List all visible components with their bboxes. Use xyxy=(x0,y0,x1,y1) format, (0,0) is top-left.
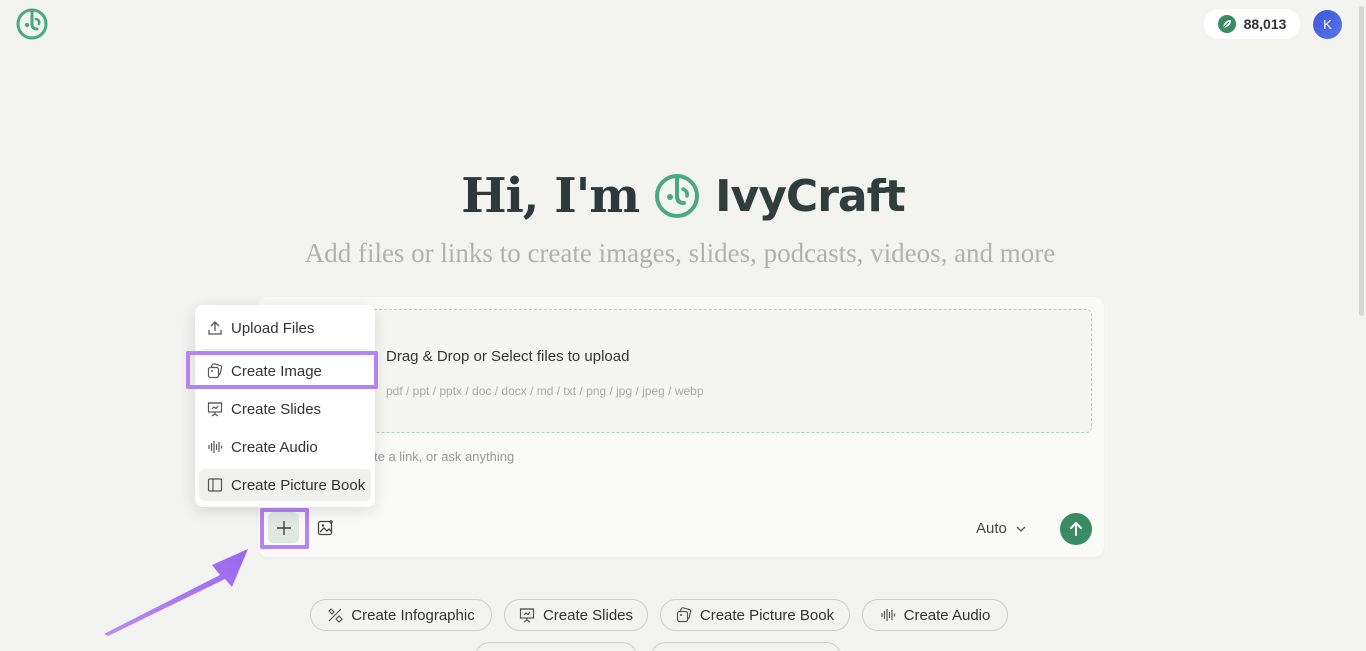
menu-item-label: Create Slides xyxy=(231,400,322,418)
menu-divider xyxy=(203,349,367,350)
model-selector[interactable]: Auto xyxy=(976,520,1027,537)
menu-item-label: Upload Files xyxy=(231,319,315,337)
image-upload-button[interactable] xyxy=(315,517,337,539)
dropzone-file-types: pdf / ppt / pptx / doc / docx / md / txt… xyxy=(386,384,704,398)
scrollbar[interactable] xyxy=(1359,6,1364,316)
slides-icon xyxy=(519,608,535,623)
chip-partial[interactable] xyxy=(650,642,842,651)
chip-label: Create Audio xyxy=(903,606,991,624)
chip-label: Create Slides xyxy=(542,606,634,624)
book-icon xyxy=(207,478,223,492)
menu-item-create-audio[interactable]: Create Audio xyxy=(199,431,371,463)
image-add-icon xyxy=(317,520,333,536)
infographic-icon xyxy=(328,608,344,623)
model-label: Auto xyxy=(976,520,1007,537)
create-image-highlight-box xyxy=(186,351,378,389)
menu-item-create-picture-book[interactable]: Create Picture Book xyxy=(199,469,371,501)
arrow-up-icon xyxy=(1070,522,1082,536)
ivycraft-logo-icon xyxy=(655,174,700,218)
brand-name: IvyCraft xyxy=(715,170,906,222)
menu-item-upload-files[interactable]: Upload Files xyxy=(199,312,371,344)
hero-heading: Hi, I'm IvyCraft xyxy=(0,168,1366,224)
picture-book-icon xyxy=(676,607,692,623)
chip-create-infographic[interactable]: Create Infographic xyxy=(310,599,492,631)
file-dropzone[interactable]: Drag & Drop or Select files to upload pd… xyxy=(268,309,1092,433)
plus-highlight-box xyxy=(260,508,309,549)
chip-label: Create Picture Book xyxy=(699,606,835,624)
prompt-input[interactable]: te a link, or ask anything xyxy=(374,449,514,464)
chip-label: Create Infographic xyxy=(351,606,475,624)
audio-wave-icon xyxy=(881,609,895,621)
menu-item-create-slides[interactable]: Create Slides xyxy=(199,393,371,425)
leaf-icon xyxy=(1217,15,1236,33)
audio-wave-icon xyxy=(208,441,223,453)
menu-item-label: Create Picture Book xyxy=(231,476,366,494)
greeting: Hi, I'm xyxy=(461,168,640,224)
credits-badge[interactable]: 88,013 xyxy=(1204,9,1300,39)
credits-count: 88,013 xyxy=(1243,16,1287,32)
menu-item-label: Create Audio xyxy=(231,438,318,456)
chevron-down-icon xyxy=(1016,526,1026,532)
send-button[interactable] xyxy=(1060,513,1092,545)
chip-create-slides[interactable]: Create Slides xyxy=(504,599,648,631)
upload-icon xyxy=(208,321,222,335)
hero-subtitle: Add files or links to create images, sli… xyxy=(304,238,1056,268)
chip-create-audio[interactable]: Create Audio xyxy=(862,599,1008,631)
add-menu: Upload Files Create Image Create Slides … xyxy=(195,305,375,507)
annotation-arrow xyxy=(104,549,248,636)
ivycraft-logo-icon[interactable] xyxy=(14,7,50,41)
avatar[interactable]: K xyxy=(1313,10,1342,39)
dropzone-title: Drag & Drop or Select files to upload xyxy=(386,348,630,365)
slides-icon xyxy=(207,402,223,417)
chip-create-picture-book[interactable]: Create Picture Book xyxy=(660,599,850,631)
chip-partial[interactable] xyxy=(474,642,638,651)
composer: Drag & Drop or Select files to upload pd… xyxy=(258,297,1104,557)
